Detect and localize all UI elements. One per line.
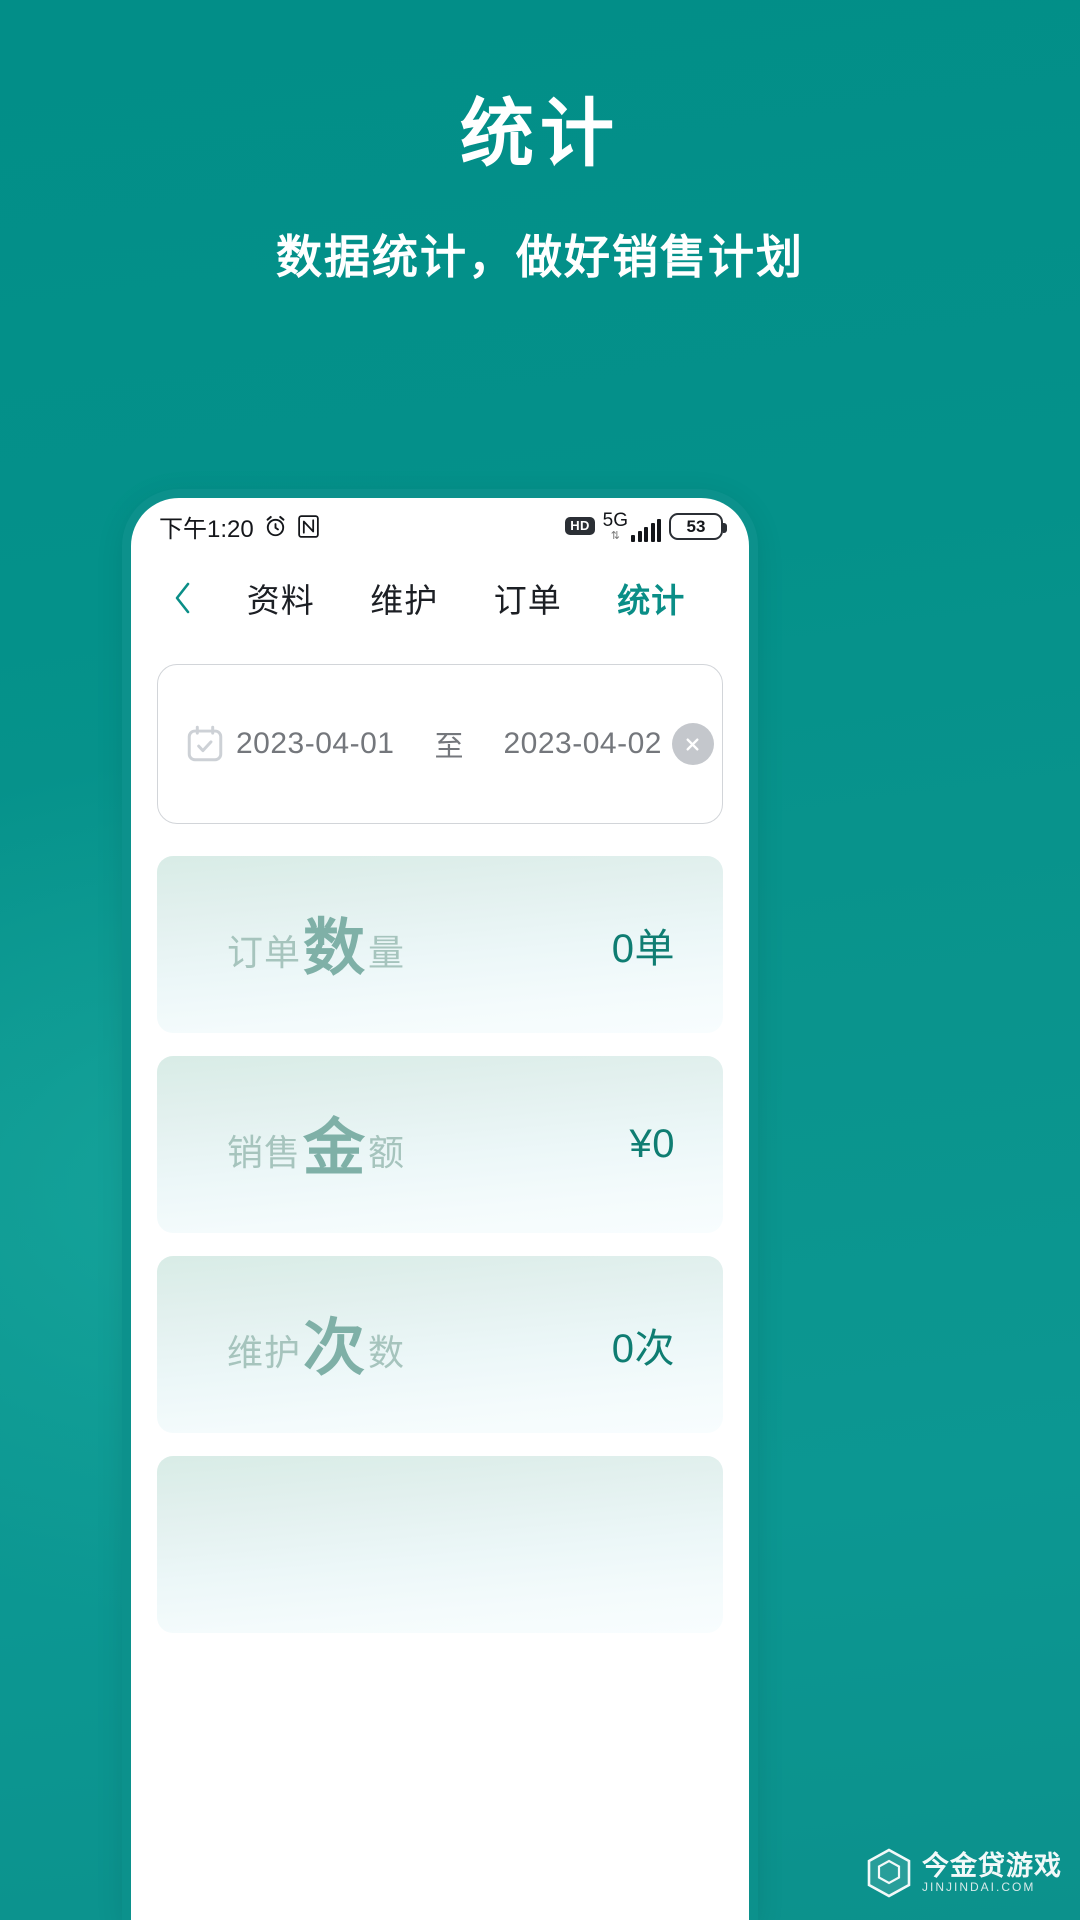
stat-label-prefix: 销售 <box>227 1131 302 1173</box>
stat-label-prefix: 维护 <box>227 1331 302 1373</box>
date-range-values: 2023-04-01 至 2023-04-02 <box>226 723 672 765</box>
calendar-check-icon <box>184 723 226 765</box>
stat-label-suffix: 额 <box>368 1131 406 1173</box>
battery-level-label: 53 <box>686 516 706 536</box>
stat-label-suffix: 量 <box>368 931 406 973</box>
stat-card-list: 订单 数 量 0单 销售 金 额 ¥0 维护 次 数 0次 <box>157 856 723 1633</box>
stat-label-prefix: 订单 <box>227 931 302 973</box>
end-date-field[interactable]: 2023-04-02 <box>503 727 661 761</box>
status-time: 下午1:20 <box>159 515 254 543</box>
stat-label-emphasis: 金 <box>303 1113 367 1183</box>
start-date-field[interactable]: 2023-04-01 <box>236 727 394 761</box>
status-bar-right: HD 5G ⇅ 53 <box>565 511 727 542</box>
date-range-selector[interactable]: 2023-04-01 至 2023-04-02 <box>157 664 723 824</box>
date-range-separator: 至 <box>434 731 464 763</box>
alarm-clock-icon <box>263 514 288 539</box>
tab-orders[interactable]: 订单 <box>492 570 564 626</box>
network-type-label: 5G <box>602 509 628 531</box>
page-title: 统计 <box>460 92 620 175</box>
stat-label-emphasis: 次 <box>303 1313 367 1383</box>
hexagon-box-icon <box>866 1848 912 1898</box>
page-subtitle: 数据统计，做好销售计划 <box>276 230 804 283</box>
status-bar: 下午1:20 HD 5G ⇅ 53 <box>131 498 749 554</box>
watermark-text: 今金贷游戏 JINJINDAI.COM <box>922 1851 1062 1895</box>
hd-badge: HD <box>565 517 595 535</box>
stat-card-maintenance-count[interactable]: 维护 次 数 0次 <box>157 1256 723 1433</box>
tab-list: 资料 维护 订单 统计 <box>209 570 719 626</box>
stat-value: ¥0 <box>629 1122 675 1166</box>
stat-card-partial[interactable] <box>157 1456 723 1633</box>
screen-content: 2023-04-01 至 2023-04-02 订单 数 量 0单 销售 金 额… <box>131 664 749 1633</box>
stat-value: 0次 <box>611 1326 675 1371</box>
stat-card-order-count[interactable]: 订单 数 量 0单 <box>157 856 723 1033</box>
signal-bars-icon <box>631 518 661 542</box>
data-transfer-icon: ⇅ <box>610 529 620 542</box>
watermark: 今金贷游戏 JINJINDAI.COM <box>866 1848 1062 1898</box>
navigation-bar: 资料 维护 订单 统计 <box>131 554 749 642</box>
phone-mockup: 下午1:20 HD 5G ⇅ 53 资料 维护 订单 统计 2023-04-01… <box>131 498 749 1920</box>
tab-maintenance[interactable]: 维护 <box>368 570 440 626</box>
stat-card-sales-amount[interactable]: 销售 金 额 ¥0 <box>157 1056 723 1233</box>
back-button[interactable] <box>157 572 209 624</box>
stat-label-suffix: 数 <box>368 1331 406 1373</box>
stat-label-emphasis: 数 <box>303 913 367 983</box>
chevron-left-icon <box>171 580 195 616</box>
stat-value: 0单 <box>611 926 675 971</box>
stat-label: 销售 金 额 <box>227 1114 630 1179</box>
tab-profile[interactable]: 资料 <box>245 570 317 626</box>
close-circle-icon <box>682 734 703 755</box>
watermark-sub: JINJINDAI.COM <box>922 1880 1036 1895</box>
stat-label: 订单 数 量 <box>227 914 612 979</box>
status-bar-left: 下午1:20 <box>159 509 320 544</box>
watermark-name: 今金贷游戏 <box>922 1851 1062 1882</box>
clear-date-range-button[interactable] <box>671 723 714 765</box>
nfc-icon <box>297 514 320 539</box>
promo-header: 统计 数据统计，做好销售计划 <box>0 0 1080 287</box>
stat-label: 维护 次 数 <box>227 1314 612 1379</box>
network-indicator: 5G ⇅ <box>603 511 661 542</box>
tab-statistics[interactable]: 统计 <box>615 570 687 626</box>
battery-indicator: 53 <box>669 512 727 540</box>
network-label: 5G ⇅ <box>603 511 628 542</box>
